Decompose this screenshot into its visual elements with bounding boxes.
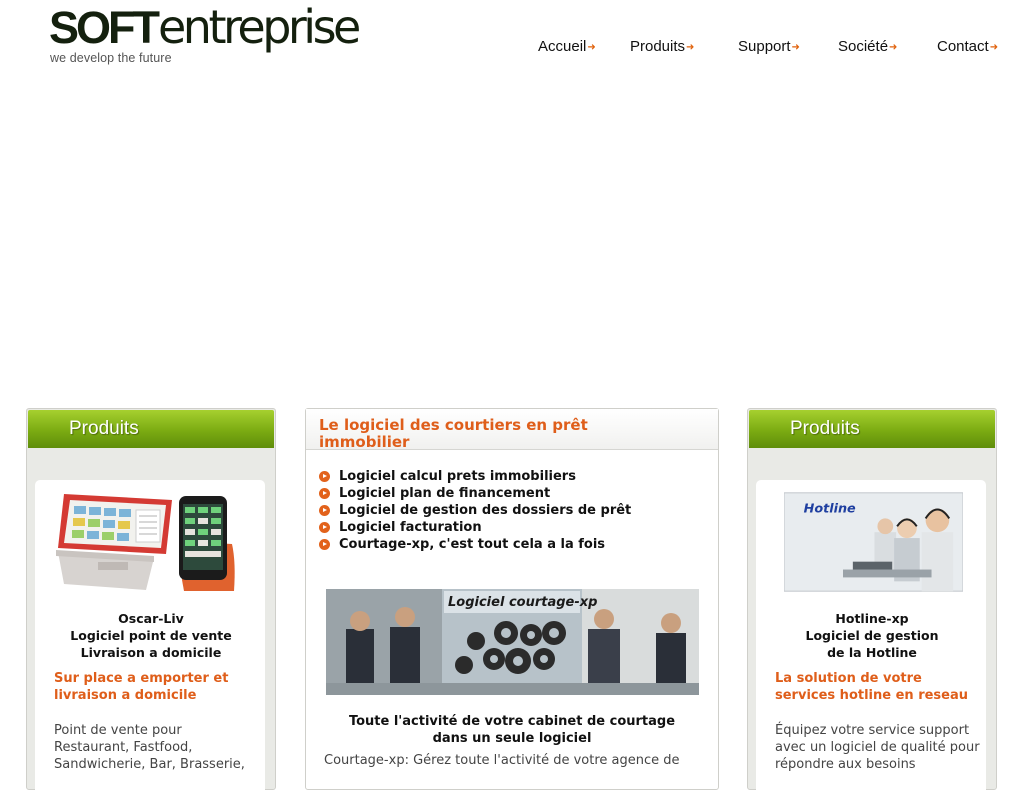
right-box-header: Produits <box>749 410 995 448</box>
bullet-arrow-icon <box>319 522 330 533</box>
nav-label: Accueil <box>538 38 587 55</box>
left-product-box: Produits Oscar-Liv Logiciel point de ven… <box>26 408 276 800</box>
right-product-description: Équipez votre service support avec un lo… <box>775 723 980 772</box>
list-item-label: Logiciel plan de financement <box>339 486 551 501</box>
right-product-tagline: La solution de votre services hotline en… <box>775 671 969 703</box>
arrow-right-icon: ➜ <box>989 42 999 53</box>
courtage-banner-image[interactable]: Logiciel courtage-xp <box>326 589 699 695</box>
nav-item-accueil[interactable]: Accueil➜ <box>538 38 596 55</box>
center-caption: Toute l'activité de votre cabinet de cou… <box>306 713 718 747</box>
title-line: Logiciel point de vente <box>70 628 232 643</box>
caption-line: dans un seule logiciel <box>432 731 592 746</box>
feature-list: Logiciel calcul prets immobiliers Logici… <box>318 468 631 553</box>
arrow-right-icon: ➜ <box>587 42 596 53</box>
center-box-title: Le logiciel des courtiers en prêt immobi… <box>319 416 588 451</box>
right-product-box: Produits Hotline Hotline-xp Logiciel de … <box>747 408 997 800</box>
center-feature-box: Le logiciel des courtiers en prêt immobi… <box>305 408 719 790</box>
left-product-description: Point de vente pour Restaurant, Fastfood… <box>54 723 245 772</box>
center-description: Courtage-xp: Gérez toute l'activité de v… <box>324 753 680 768</box>
bullet-arrow-icon <box>319 539 330 550</box>
nav-item-support[interactable]: Support➜ <box>738 38 800 55</box>
main-nav: Accueil➜ Produits➜ Support➜ Société➜ Con… <box>0 38 1024 60</box>
nav-label: Produits <box>630 38 686 55</box>
nav-label: Support <box>738 38 791 55</box>
list-item: Logiciel plan de financement <box>318 485 631 502</box>
title-line: de la Hotline <box>827 645 917 660</box>
list-item-label: Logiciel de gestion des dossiers de prêt <box>339 503 632 518</box>
pos-terminal-image[interactable] <box>54 492 236 592</box>
arrow-right-icon: ➜ <box>791 42 800 53</box>
left-product-card: Oscar-Liv Logiciel point de vente Livrai… <box>35 480 265 800</box>
banner-label: Logiciel courtage-xp <box>448 595 597 610</box>
hotline-image[interactable]: Hotline <box>784 492 963 592</box>
right-product-title[interactable]: Hotline-xp Logiciel de gestion de la Hot… <box>756 610 988 661</box>
arrow-right-icon: ➜ <box>889 42 898 53</box>
bullet-arrow-icon <box>319 471 330 482</box>
nav-item-produits[interactable]: Produits➜ <box>630 38 694 55</box>
list-item-label: Courtage-xp, c'est tout cela a la fois <box>339 537 606 552</box>
left-product-tagline: Sur place a emporter et livraison a domi… <box>54 671 229 703</box>
list-item: Courtage-xp, c'est tout cela a la fois <box>318 536 631 553</box>
nav-item-contact[interactable]: Contact➜ <box>937 38 998 55</box>
right-product-card: Hotline Hotline-xp Logiciel de gestion d… <box>756 480 986 800</box>
nav-label: Contact <box>937 38 989 55</box>
caption-line: Toute l'activité de votre cabinet de cou… <box>348 714 676 729</box>
list-item-label: Logiciel calcul prets immobiliers <box>339 469 576 484</box>
list-item: Logiciel calcul prets immobiliers <box>318 468 631 485</box>
list-item: Logiciel de gestion des dossiers de prêt <box>318 502 631 519</box>
title-line: Logiciel de gestion <box>805 628 939 643</box>
arrow-right-icon: ➜ <box>686 42 695 53</box>
list-item-label: Logiciel facturation <box>339 520 482 535</box>
title-line: Hotline-xp <box>835 611 909 626</box>
right-box-header-label: Produits <box>790 418 860 439</box>
list-item: Logiciel facturation <box>318 519 631 536</box>
nav-item-societe[interactable]: Société➜ <box>838 38 897 55</box>
title-line: Oscar-Liv <box>118 611 184 626</box>
title-line: Livraison a domicile <box>80 645 222 660</box>
left-box-header: Produits <box>28 410 274 448</box>
center-box-header: Le logiciel des courtiers en prêt immobi… <box>306 409 718 451</box>
bullet-arrow-icon <box>319 488 330 499</box>
left-product-title[interactable]: Oscar-Liv Logiciel point de vente Livrai… <box>35 610 267 661</box>
hotline-label: Hotline <box>804 501 856 516</box>
nav-label: Société <box>838 38 889 55</box>
left-box-header-label: Produits <box>69 418 139 439</box>
bullet-arrow-icon <box>319 505 330 516</box>
